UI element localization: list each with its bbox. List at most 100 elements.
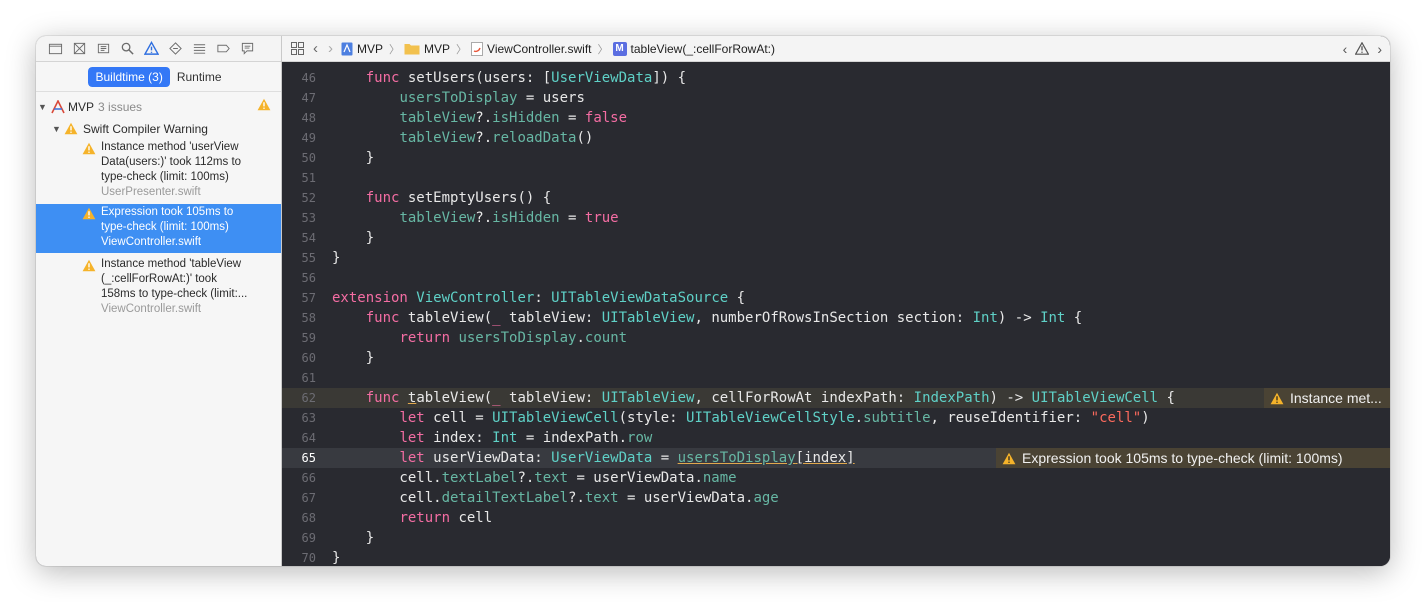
code-line: 53 tableView?.isHidden = true [282, 208, 1390, 228]
line-number: 60 [301, 351, 316, 365]
line-number: 68 [301, 511, 316, 525]
code-text: func tableView(_ tableView: UITableView,… [365, 390, 1175, 406]
code-text: } [332, 550, 341, 566]
line-number: 46 [301, 71, 316, 85]
line-number: 66 [301, 471, 316, 485]
project-name: MVP [68, 100, 95, 114]
code-text: } [332, 350, 375, 366]
code-text: cell.detailTextLabel?.text = userViewDat… [332, 490, 779, 506]
code-line: 54 } [282, 228, 1390, 248]
issue-file: UserPresenter.swift [101, 186, 201, 198]
line-number: 55 [301, 251, 316, 265]
issue-item[interactable]: Instance method 'tableView (_:cellForRow… [36, 256, 281, 318]
inline-warning-text: Expression took 105ms to type-check (lim… [1022, 450, 1343, 466]
issue-message-line: (_:cellForRowAt:)' took [101, 273, 217, 285]
line-number: 49 [301, 131, 316, 145]
xcode-window: Buildtime (3) Runtime ▼ MVP 3 issues ▼ S… [36, 36, 1390, 566]
line-number: 50 [301, 151, 316, 165]
xcode-project-icon [51, 100, 65, 114]
issue-message-line: Instance method 'tableView [101, 258, 242, 270]
code-line-with-warning: 62 func tableView(_ tableView: UITableVi… [282, 388, 1390, 408]
source-control-icon[interactable] [70, 39, 89, 59]
project-row[interactable]: ▼ MVP 3 issues [36, 92, 281, 116]
line-number: 47 [301, 91, 316, 105]
code-text: tableView?.reloadData() [399, 130, 594, 146]
debug-icon[interactable] [190, 39, 209, 59]
runtime-tab[interactable]: Runtime [170, 67, 229, 87]
code-line: 67 cell.detailTextLabel?.text = userView… [282, 488, 1390, 508]
warning-icon [64, 122, 78, 135]
crumb-separator-icon: 〉 [456, 43, 468, 56]
symbol-icon[interactable] [94, 39, 113, 59]
warning-icon [82, 207, 96, 220]
crumb-separator-icon: 〉 [597, 43, 609, 56]
issue-message-line: 158ms to type-check (limit:... [101, 288, 248, 300]
buildtime-runtime-control: Buildtime (3) Runtime [36, 62, 281, 92]
warning-icon[interactable] [1355, 42, 1370, 55]
source-editor: ‹ › MVP 〉 MVP 〉 ViewController.swift 〉 M… [282, 36, 1390, 566]
line-number: 61 [301, 371, 316, 385]
test-icon[interactable] [166, 39, 185, 59]
code-line: 46 func setUsers(users: [UserViewData]) … [282, 68, 1390, 88]
code-line: 60 } [282, 348, 1390, 368]
breakpoint-icon[interactable] [214, 39, 233, 59]
related-items-icon[interactable] [290, 41, 305, 56]
jumpbar-nav: ‹ › [1343, 41, 1382, 57]
code-line: 63 let cell = UITableViewCell(style: UIT… [282, 408, 1390, 428]
crumb-project[interactable]: MVP [341, 42, 383, 56]
warning-icon [1270, 392, 1284, 404]
inline-warning-badge[interactable]: Instance met... [1264, 388, 1390, 408]
line-number: 51 [301, 171, 316, 185]
warning-group-row[interactable]: ▼ Swift Compiler Warning [36, 116, 281, 138]
code-line: 57 extension ViewController: UITableViewD… [282, 288, 1390, 308]
issue-file: ViewController.swift [101, 236, 202, 248]
crumb-symbol[interactable]: M tableView(_:cellForRowAt:) [612, 41, 776, 56]
line-number: 48 [301, 111, 316, 125]
group-label: Swift Compiler Warning [83, 121, 208, 136]
code-text: usersToDisplay = users [399, 90, 585, 106]
back-chevron-icon[interactable]: ‹ [313, 40, 318, 57]
disclosure-open-icon[interactable]: ▼ [38, 99, 50, 115]
code-text: } [332, 250, 341, 266]
line-number: 57 [301, 291, 316, 305]
project-file-icon [341, 42, 353, 55]
folder-icon[interactable] [46, 39, 65, 59]
issue-message-line: Instance method 'userView [101, 141, 239, 153]
code-text: } [332, 530, 375, 546]
line-number: 59 [301, 331, 316, 345]
issue-item[interactable]: Instance method 'userView Data(users:)' … [36, 139, 281, 201]
issue-message-line: Data(users:)' took 112ms to [101, 156, 242, 168]
code-text: func setEmptyUsers() { [365, 190, 552, 206]
buildtime-tab[interactable]: Buildtime (3) [88, 66, 170, 87]
code-line: 52 func setEmptyUsers() { [282, 188, 1390, 208]
crumb-label: tableView(_:cellForRowAt:) [630, 41, 776, 56]
inline-warning-message[interactable]: Expression took 105ms to type-check (lim… [996, 448, 1390, 468]
crumb-label: MVP [357, 41, 384, 56]
next-issue-icon[interactable]: › [1377, 41, 1382, 57]
forward-chevron-icon[interactable]: › [328, 40, 333, 57]
code-line: 68 return cell [282, 508, 1390, 528]
inline-warning-text: Instance met... [1290, 390, 1382, 406]
line-number: 69 [301, 531, 316, 545]
crumb-file[interactable]: ViewController.swift [471, 41, 592, 56]
code-line: 51 [282, 168, 1390, 188]
code-line: 66 cell.textLabel?.text = userViewData.n… [282, 468, 1390, 488]
issue-warning-icon[interactable] [142, 39, 161, 59]
code-text: tableView?.isHidden = false [399, 110, 628, 126]
line-number: 65 [301, 451, 316, 465]
issue-item-selected[interactable]: Expression took 105ms to type-check (lim… [36, 204, 281, 253]
find-icon[interactable] [118, 39, 137, 59]
crumb-group[interactable]: MVP [404, 42, 450, 56]
code-text: let cell = UITableViewCell(style: UITabl… [399, 410, 1150, 426]
previous-issue-icon[interactable]: ‹ [1343, 41, 1348, 57]
code-line: 47 usersToDisplay = users [282, 88, 1390, 108]
code-line: 55} [282, 248, 1390, 268]
line-number: 70 [301, 551, 316, 565]
disclosure-open-icon[interactable]: ▼ [52, 121, 64, 137]
code-text: } [332, 230, 375, 246]
line-number: 54 [301, 231, 316, 245]
report-icon[interactable] [238, 39, 257, 59]
code-area[interactable]: 46 func setUsers(users: [UserViewData]) … [282, 62, 1390, 566]
line-number: 52 [301, 191, 316, 205]
warning-icon [1002, 452, 1016, 464]
